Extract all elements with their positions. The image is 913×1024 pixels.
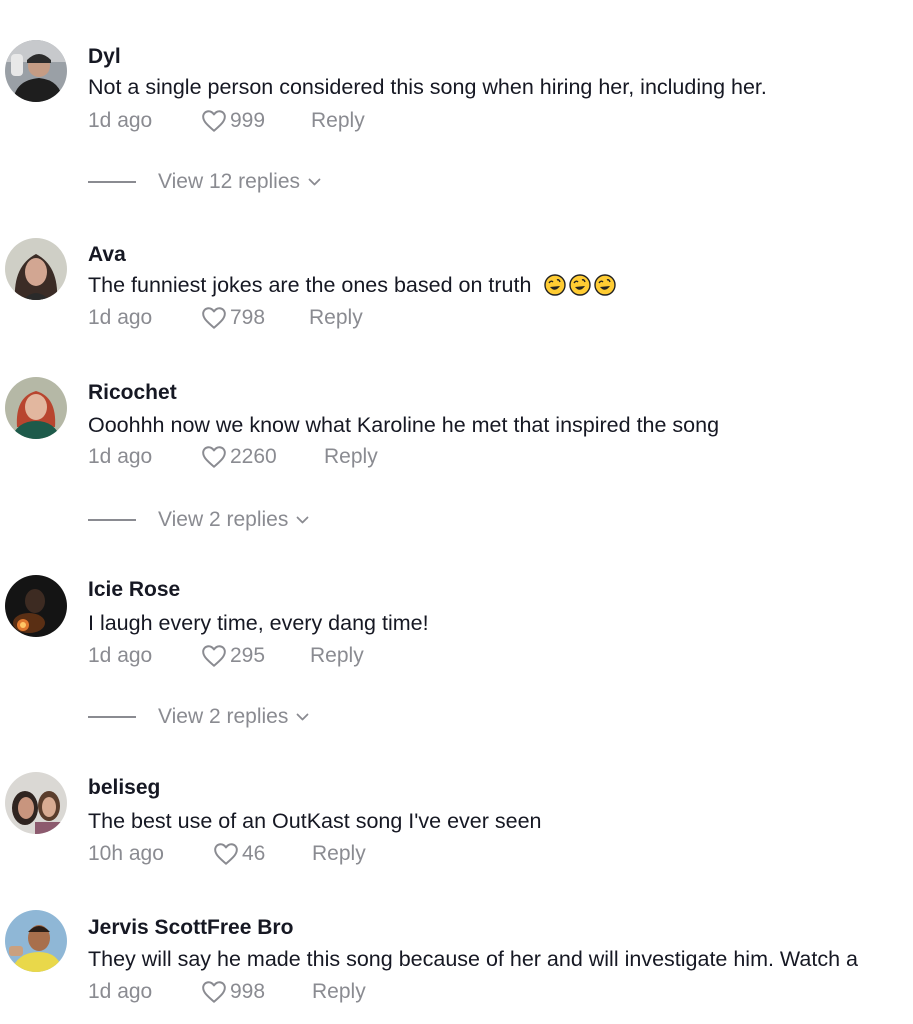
comment-text: I laugh every time, every dang time! [88, 611, 429, 635]
view-replies-button[interactable]: View 2 replies [88, 506, 309, 534]
comment-text: The funniest jokes are the ones based on… [88, 273, 617, 298]
timestamp: 1d ago [88, 109, 153, 132]
like-count: 2260 [230, 445, 277, 468]
username[interactable]: Icie Rose [88, 578, 180, 602]
username[interactable]: Dyl [88, 45, 121, 69]
chevron-down-icon [296, 516, 309, 523]
username[interactable]: Ava [88, 243, 126, 267]
comment-text-body: The funniest jokes are the ones based on… [88, 273, 532, 297]
timestamp: 1d ago [88, 445, 153, 468]
chevron-down-icon [296, 713, 309, 720]
username[interactable]: Ricochet [88, 381, 177, 405]
like-count: 998 [230, 980, 266, 1003]
timestamp: 1d ago [88, 980, 153, 1003]
divider-line [88, 181, 136, 183]
like-button[interactable]: 999 [201, 109, 265, 133]
avatar[interactable] [5, 40, 67, 102]
username[interactable]: beliseg [88, 776, 160, 800]
comment-text: The best use of an OutKast song I've eve… [88, 809, 542, 833]
reply-button[interactable]: Reply [312, 980, 366, 1004]
rolling-on-floor-laughing-emoji-icon [569, 274, 592, 296]
like-button[interactable]: 798 [201, 306, 265, 330]
reply-button[interactable]: Reply [324, 445, 378, 469]
heart-outline-icon [202, 981, 226, 1003]
avatar[interactable] [5, 772, 67, 834]
view-replies-button[interactable]: View 2 replies [88, 703, 309, 731]
like-count: 295 [230, 644, 266, 667]
chevron-down-icon [308, 178, 321, 185]
timestamp: 1d ago [88, 644, 153, 667]
reply-button[interactable]: Reply [311, 109, 365, 133]
comment-text: They will say he made this song because … [88, 947, 859, 971]
view-replies-label: View 12 replies [158, 170, 301, 193]
like-count: 46 [242, 842, 266, 865]
avatar[interactable] [5, 377, 67, 439]
reply-button[interactable]: Reply [312, 842, 366, 866]
like-count: 999 [230, 109, 266, 132]
heart-outline-icon [202, 645, 226, 667]
comment-text: Ooohhh now we know what Karoline he met … [88, 413, 720, 437]
like-button[interactable]: 2260 [201, 445, 277, 469]
divider-line [88, 519, 136, 521]
like-count: 798 [230, 306, 266, 329]
heart-outline-icon [202, 110, 226, 132]
heart-outline-icon [202, 307, 226, 329]
username[interactable]: Jervis ScottFree Bro [88, 916, 293, 940]
comment-text: Not a single person considered this song… [88, 75, 767, 99]
like-button[interactable]: 46 [213, 842, 265, 866]
reply-button[interactable]: Reply [310, 644, 364, 668]
view-replies-button[interactable]: View 12 replies [88, 168, 321, 196]
divider-line [88, 716, 136, 718]
timestamp: 10h ago [88, 842, 164, 865]
rolling-on-floor-laughing-emoji-icon [594, 274, 617, 296]
avatar[interactable] [5, 910, 67, 972]
like-button[interactable]: 998 [201, 980, 265, 1004]
timestamp: 1d ago [88, 306, 153, 329]
view-replies-label: View 2 replies [158, 705, 289, 728]
avatar[interactable] [5, 575, 67, 637]
avatar[interactable] [5, 238, 67, 300]
like-button[interactable]: 295 [201, 644, 265, 668]
rolling-on-floor-laughing-emoji-icon [544, 274, 567, 296]
heart-outline-icon [202, 446, 226, 468]
reply-button[interactable]: Reply [309, 306, 363, 330]
heart-outline-icon [214, 843, 238, 865]
view-replies-label: View 2 replies [158, 508, 289, 531]
